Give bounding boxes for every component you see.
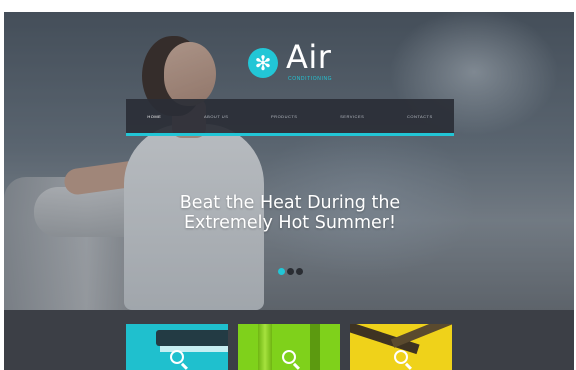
nav-item-services[interactable]: SERVICES <box>340 114 364 119</box>
magnifier-icon[interactable] <box>282 350 296 364</box>
column-fan-image <box>258 324 272 370</box>
hero-headline: Beat the Heat During the Extremely Hot S… <box>134 193 446 233</box>
magnifier-icon[interactable] <box>394 350 408 364</box>
slider-pagination <box>278 268 303 275</box>
nav-item-products[interactable]: PRODUCTS <box>271 114 297 119</box>
nav-item-about-us[interactable]: ABOUT US <box>204 114 228 119</box>
air-conditioner-image <box>156 330 228 346</box>
nav-item-home[interactable]: HOME <box>147 114 161 119</box>
main-nav: HOME ABOUT US PRODUCTS SERVICES CONTACTS <box>126 99 454 136</box>
column-fan-stand-image <box>310 324 320 370</box>
hero-banner: ✻ Air CONDITIONING HOME ABOUT US PRODUCT… <box>4 12 574 317</box>
column-fan-tile[interactable] <box>238 324 340 370</box>
ceiling-fan-tile[interactable] <box>350 324 452 370</box>
hero-headline-line-1: Beat the Heat During the <box>179 193 401 213</box>
fan-blade-image <box>390 324 452 348</box>
slider-dot-1[interactable] <box>278 268 285 275</box>
slider-dot-2[interactable] <box>287 268 294 275</box>
magnifier-icon[interactable] <box>170 350 184 364</box>
slider-dot-3[interactable] <box>296 268 303 275</box>
template-preview: ✻ Air CONDITIONING HOME ABOUT US PRODUCT… <box>4 12 574 370</box>
logo-subtitle: CONDITIONING <box>288 76 333 82</box>
featured-products-strip <box>4 310 574 370</box>
air-conditioner-tile[interactable] <box>126 324 228 370</box>
air-conditioner-vent-image <box>160 346 228 352</box>
snowflake-icon: ✻ <box>248 48 278 78</box>
logo-name: Air <box>286 38 332 76</box>
nav-item-contacts[interactable]: CONTACTS <box>407 114 433 119</box>
hero-headline-line-2: Extremely Hot Summer! <box>183 213 396 233</box>
